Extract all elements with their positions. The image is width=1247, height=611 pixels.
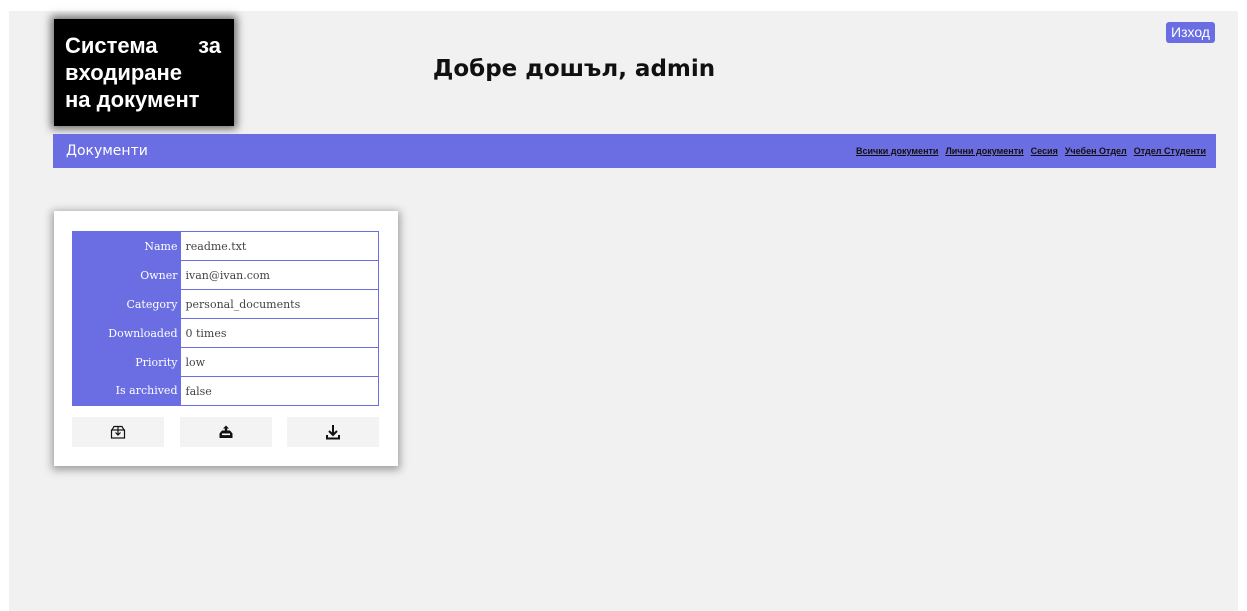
nav-title: Документи <box>66 143 148 159</box>
table-row: Name readme.txt <box>72 231 379 261</box>
field-label: Name <box>72 231 181 261</box>
nav-link-session[interactable]: Сесия <box>1031 146 1058 156</box>
nav-links: Всички документи Лични документи Сесия У… <box>856 146 1206 156</box>
field-label: Is archived <box>72 376 181 406</box>
field-label: Category <box>72 289 181 319</box>
document-card: Name readme.txt Owner ivan@ivan.com Cate… <box>54 211 398 466</box>
document-info-table: Name readme.txt Owner ivan@ivan.com Cate… <box>72 231 379 406</box>
nav-link-all-documents[interactable]: Всички документи <box>856 146 938 156</box>
field-value: readme.txt <box>180 231 379 261</box>
table-row: Category personal_documents <box>72 289 379 319</box>
logo-word: за <box>198 33 221 58</box>
download-button[interactable] <box>287 417 379 447</box>
logo-line: входиране <box>65 60 183 85</box>
logout-button[interactable]: Изход <box>1166 22 1215 43</box>
archive-box-icon <box>110 425 126 439</box>
field-value: personal_documents <box>180 289 379 319</box>
field-value: false <box>180 376 379 406</box>
nav-bar: Документи Всички документи Лични докумен… <box>53 134 1216 168</box>
table-row: Downloaded 0 times <box>72 318 379 348</box>
app-container: Система за входиране на документ Добре д… <box>9 11 1238 611</box>
field-value: low <box>180 347 379 377</box>
field-label: Downloaded <box>72 318 181 348</box>
upload-tray-icon <box>219 425 232 438</box>
field-label: Owner <box>72 260 181 290</box>
logo-line: на документ <box>65 87 200 112</box>
logo-word: Система <box>65 33 158 58</box>
table-row: Owner ivan@ivan.com <box>72 260 379 290</box>
archive-button[interactable] <box>72 417 164 447</box>
table-row: Priority low <box>72 347 379 377</box>
field-value: ivan@ivan.com <box>180 260 379 290</box>
app-logo: Система за входиране на документ <box>54 19 234 126</box>
nav-link-academic-department[interactable]: Учебен Отдел <box>1065 146 1127 156</box>
welcome-title: Добре дошъл, admin <box>432 56 716 82</box>
download-icon <box>326 425 340 440</box>
document-actions <box>72 417 379 449</box>
field-label: Priority <box>72 347 181 377</box>
upload-button[interactable] <box>179 417 272 447</box>
table-row: Is archived false <box>72 376 379 406</box>
field-value: 0 times <box>180 318 379 348</box>
nav-link-student-department[interactable]: Отдел Студенти <box>1134 146 1206 156</box>
nav-link-personal-documents[interactable]: Лични документи <box>945 146 1023 156</box>
